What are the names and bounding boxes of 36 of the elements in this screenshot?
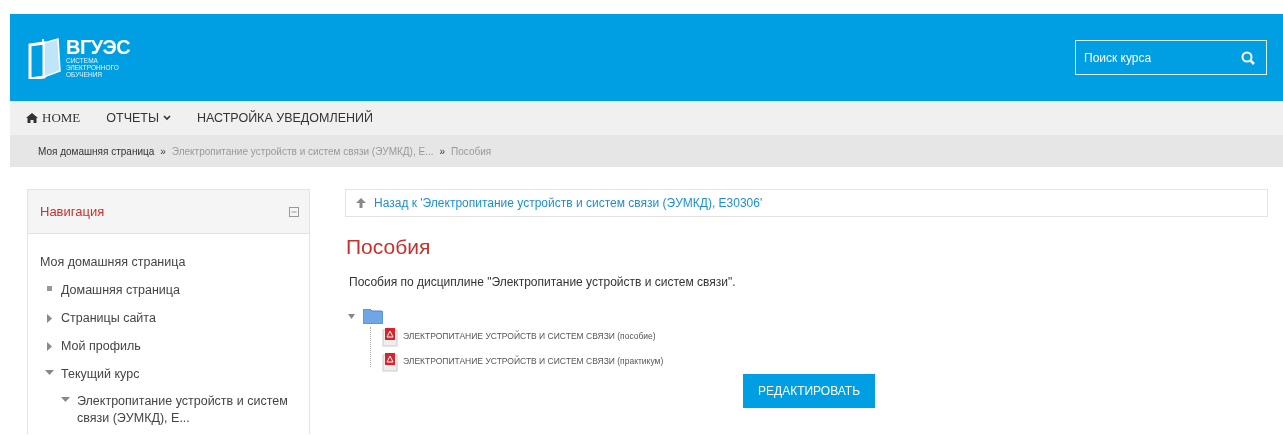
- nav-link-item[interactable]: Текущий курс: [61, 365, 140, 383]
- breadcrumb-link[interactable]: Моя домашняя страница: [38, 143, 155, 159]
- nav-link-item[interactable]: Мой профиль: [61, 337, 141, 355]
- breadcrumb-current: Пособия: [451, 144, 492, 159]
- search-icon[interactable]: [1241, 51, 1255, 65]
- nav-link-item[interactable]: Страницы сайта: [61, 309, 156, 327]
- menu-link[interactable]: НАСТРОЙКА УВЕДОМЛЕНИЙ: [197, 108, 373, 128]
- collapsed-triangle-icon[interactable]: [46, 341, 53, 351]
- expanded-triangle-icon[interactable]: [45, 369, 54, 376]
- folder-icon[interactable]: [363, 309, 383, 325]
- pdf-file-icon[interactable]: [381, 326, 399, 347]
- file-link[interactable]: ЭЛЕКТРОПИТАНИЕ УСТРОЙСТВ И СИСТЕМ СВЯЗИ (практикум): [403, 355, 664, 369]
- description-text: Пособия по дисциплине "Электропитание устройств и систем связи".: [349, 274, 737, 292]
- chevron-down-icon: [163, 115, 171, 121]
- panel-title: Навигация: [40, 202, 105, 221]
- back-link[interactable]: Назад к 'Электропитание устройств и систем связи (ЭУМКД), Е30306': [374, 194, 763, 212]
- nav-link-item[interactable]: Электропитание устройств и систем связи (ЭУМКД), Е...: [77, 393, 299, 428]
- search-field[interactable]: Поиск курса: [1075, 40, 1267, 75]
- book-logo-icon: [28, 36, 62, 79]
- home-icon: [26, 113, 38, 123]
- pdf-file-icon[interactable]: [381, 351, 399, 372]
- bullet-icon: [47, 285, 52, 291]
- arrow-up-icon: [356, 198, 366, 208]
- menu-link[interactable]: HOME: [26, 108, 81, 128]
- collapse-icon[interactable]: [289, 206, 299, 217]
- expanded-triangle-icon[interactable]: [61, 397, 70, 404]
- logo-title: ВГУЭС: [66, 36, 131, 57]
- menu-link[interactable]: ОТЧЕТЫ: [106, 108, 171, 128]
- page-heading: Пособия: [346, 234, 432, 260]
- breadcrumb-separator: »: [160, 144, 166, 159]
- nav-link-item[interactable]: Домашняя страница: [61, 281, 180, 299]
- nav-link-item[interactable]: Моя домашняя страница: [40, 254, 186, 271]
- collapsed-triangle-icon[interactable]: [46, 313, 53, 323]
- breadcrumb-separator: »: [439, 144, 446, 159]
- expanded-triangle-icon[interactable]: [348, 314, 355, 320]
- file-link[interactable]: ЭЛЕКТРОПИТАНИЕ УСТРОЙСТВ И СИСТЕМ СВЯЗИ (пособие): [403, 330, 656, 344]
